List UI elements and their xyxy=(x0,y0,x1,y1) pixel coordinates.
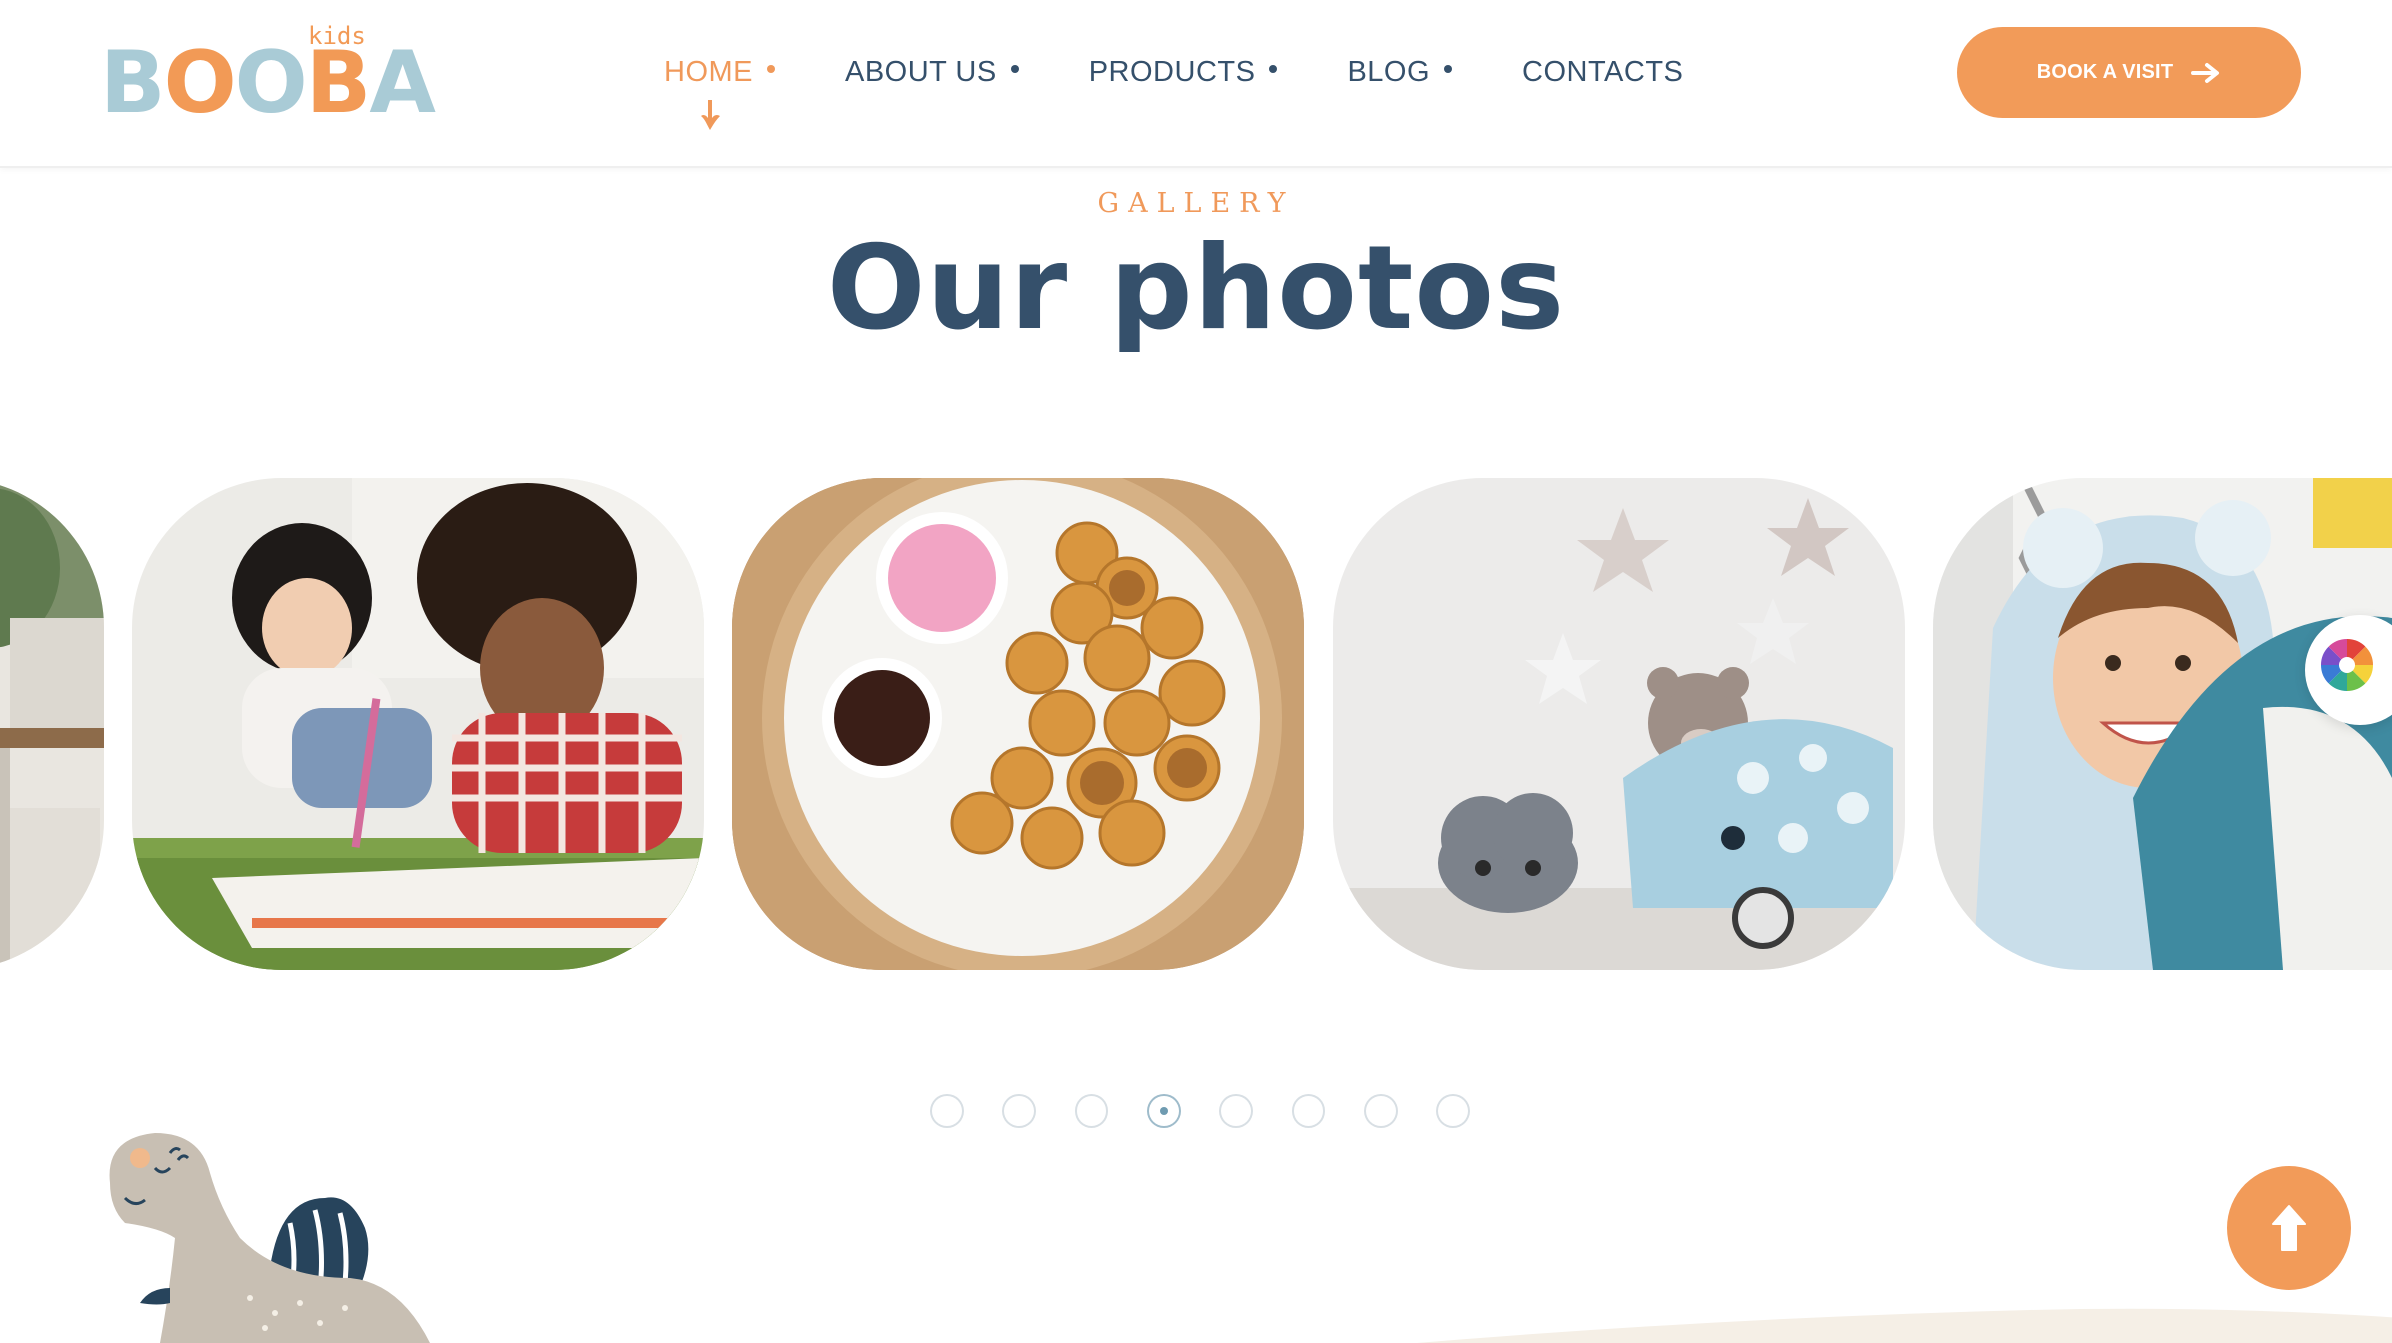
nav-item-contacts[interactable]: CONTACTS xyxy=(1522,56,1683,89)
site-logo[interactable]: BOOBA kids xyxy=(100,22,436,132)
scroll-to-top-button[interactable] xyxy=(2227,1166,2351,1290)
pagination-dot[interactable] xyxy=(1363,1094,1398,1128)
arrow-right-icon xyxy=(2191,62,2220,83)
pagination-dot[interactable] xyxy=(1436,1094,1471,1128)
nav-item-label: CONTACTS xyxy=(1522,55,1684,88)
hand-pointer-icon xyxy=(701,99,720,130)
nav-item-label: BLOG xyxy=(1347,55,1431,88)
pagination-dot[interactable] xyxy=(1002,1094,1037,1128)
dropdown-dot-icon xyxy=(1444,65,1453,73)
nav-item-label: ABOUT US xyxy=(845,55,997,88)
dinosaur-illustration xyxy=(109,1133,430,1343)
nav-item-about[interactable]: ABOUT US xyxy=(845,56,1019,89)
background-wave-shape xyxy=(1416,1308,2392,1343)
dropdown-dot-icon xyxy=(767,65,775,73)
book-a-visit-button[interactable]: BOOK A VISIT xyxy=(1957,27,2301,118)
book-a-visit-label: BOOK A VISIT xyxy=(2036,61,2174,83)
carousel-pagination xyxy=(930,1094,1471,1130)
pagination-dot[interactable] xyxy=(1074,1094,1109,1128)
gallery-slide-children-drawing[interactable] xyxy=(132,478,704,970)
dropdown-dot-icon xyxy=(1010,65,1019,73)
room-photo xyxy=(0,478,104,970)
pagination-dot[interactable] xyxy=(930,1094,964,1128)
gallery-slide-partial[interactable] xyxy=(0,478,104,970)
logo-wordmark: BOOBA xyxy=(100,33,436,133)
pagination-dot[interactable] xyxy=(1291,1094,1326,1128)
nav-item-label: PRODUCTS xyxy=(1088,55,1256,88)
nav-item-products[interactable]: PRODUCTS xyxy=(1089,56,1278,89)
gallery-slide-pancakes[interactable] xyxy=(732,478,1304,970)
arrow-up-icon xyxy=(2272,1205,2306,1251)
photo-carousel[interactable] xyxy=(0,478,2392,970)
logo-kids-label: kids xyxy=(308,22,366,50)
nav-item-home[interactable]: HOME xyxy=(664,55,775,130)
child-shark-photo xyxy=(1933,478,2392,970)
nav-item-blog[interactable]: BLOG xyxy=(1347,55,1453,89)
page-title: Our photos xyxy=(826,221,1566,356)
section-eyebrow: GALLERY xyxy=(1097,188,1295,219)
gallery-slide-child-shark[interactable] xyxy=(1933,478,2392,970)
color-wheel-icon xyxy=(2321,639,2373,691)
toy-cart-photo xyxy=(1333,478,1905,970)
gallery-slide-toy-cart[interactable] xyxy=(1333,478,1905,970)
dropdown-dot-icon xyxy=(1269,65,1278,73)
pancakes-photo xyxy=(732,478,1304,970)
children-drawing-photo xyxy=(132,478,704,970)
nav-item-label: HOME xyxy=(664,55,753,88)
main-nav: HOME ABOUT US PRODUCTS BLOG CONTACTS xyxy=(664,50,1683,130)
pagination-dot-active[interactable] xyxy=(1146,1094,1181,1128)
pagination-dot[interactable] xyxy=(1219,1094,1254,1128)
site-header: BOOBA kids HOME ABOUT US PRODUCTS BLOG C… xyxy=(0,0,2392,168)
